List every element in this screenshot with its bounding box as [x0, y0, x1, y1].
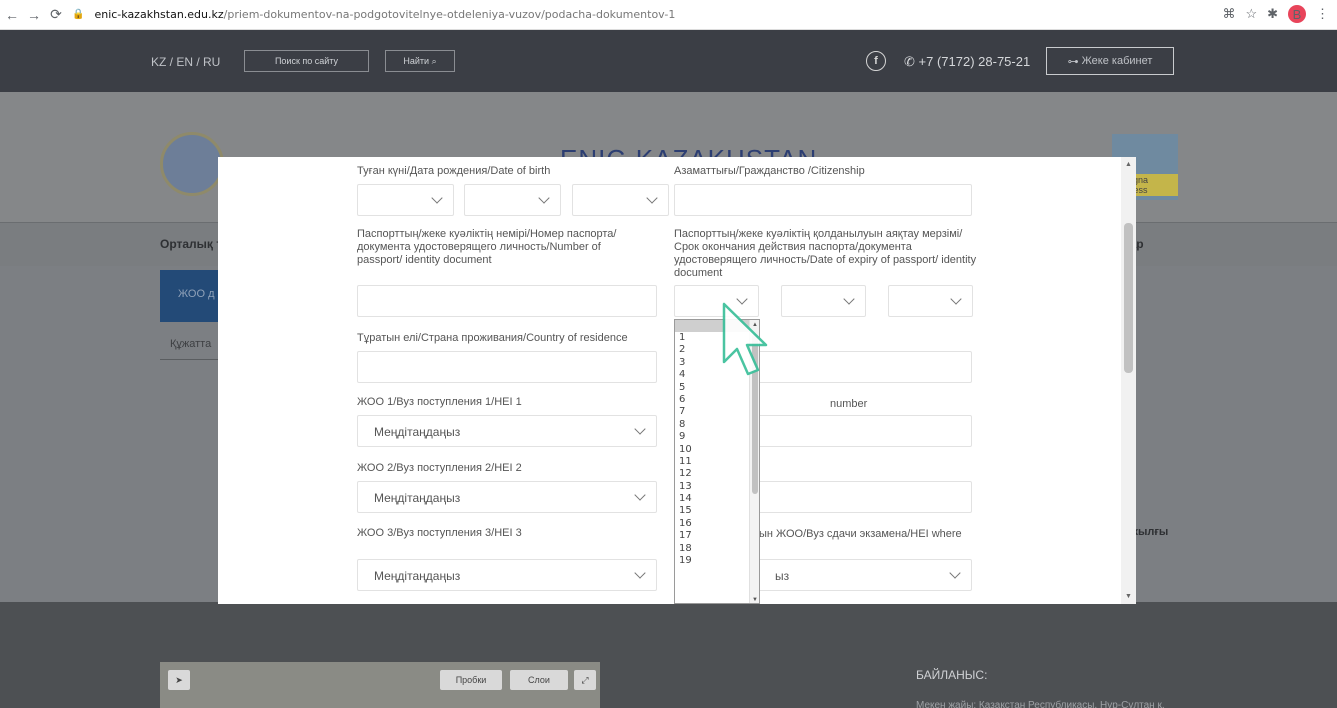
- hei1-select-value: Меңдітаңдаңыз: [374, 425, 461, 439]
- site-phone: ✆ +7 (7172) 28-75-21: [904, 54, 1030, 70]
- map-traffic-label: Пробки: [455, 675, 487, 685]
- dropdown-option[interactable]: 7: [675, 406, 759, 418]
- dob-year-select[interactable]: [572, 184, 669, 216]
- citizenship-input[interactable]: [674, 184, 972, 216]
- site-search-input[interactable]: Поиск по сайту: [244, 50, 369, 72]
- menu-dots-icon[interactable]: ⋮: [1316, 6, 1329, 22]
- facebook-icon[interactable]: f: [866, 51, 886, 71]
- map-locate-icon[interactable]: ➤: [168, 670, 190, 690]
- citizenship-label: Азаматтығы/Гражданство /Citizenship: [674, 165, 865, 177]
- contacts-heading: БАЙЛАНЫС:: [916, 668, 988, 682]
- language-switcher[interactable]: KZ / EN / RU: [151, 55, 220, 69]
- hei3-select[interactable]: Меңдітаңдаңыз: [357, 559, 657, 591]
- modal-scroll-thumb[interactable]: [1124, 223, 1133, 373]
- dropdown-option[interactable]: 18: [675, 543, 759, 555]
- dropdown-option[interactable]: 16: [675, 518, 759, 530]
- chevron-down-icon: [949, 567, 961, 579]
- map-traffic-button[interactable]: Пробки: [440, 670, 502, 690]
- mouse-pointer-icon: [722, 302, 768, 376]
- dropdown-option[interactable]: 17: [675, 530, 759, 542]
- scroll-up-icon[interactable]: ▲: [1125, 161, 1132, 168]
- reload-icon[interactable]: ⟳: [46, 5, 66, 25]
- side-menu-block[interactable]: ЖОО д: [160, 270, 220, 322]
- side-menu-documents[interactable]: Құжатта: [160, 330, 220, 360]
- dropdown-option[interactable]: 19: [675, 555, 759, 567]
- chevron-down-icon: [634, 489, 646, 501]
- emblem-logo: [160, 132, 224, 196]
- key-icon: ⊶: [1067, 55, 1079, 68]
- address-bar[interactable]: enic-kazakhstan.edu.kz/priem-dokumentov-…: [94, 8, 675, 21]
- chevron-down-icon: [634, 423, 646, 435]
- dropdown-option[interactable]: 8: [675, 419, 759, 431]
- map-fullscreen-icon[interactable]: ⤢: [574, 670, 596, 690]
- map-widget[interactable]: ➤ Пробки Слои ⤢: [160, 662, 600, 708]
- chevron-down-icon: [646, 192, 658, 204]
- puzzle-icon[interactable]: ✱: [1267, 6, 1278, 22]
- document-form-modal: Туған күні/Дата рождения/Date of birth П…: [218, 157, 1136, 604]
- search-button-label: Найти: [403, 56, 430, 66]
- cabinet-button[interactable]: ⊶ Жеке кабинет: [1046, 47, 1174, 75]
- dropdown-option[interactable]: 6: [675, 394, 759, 406]
- dropdown-option[interactable]: 12: [675, 468, 759, 480]
- hei2-select-value: Меңдітаңдаңыз: [374, 491, 461, 505]
- exam-hei-label: ын ЖОО/Вуз сдачи экзамена/HEI where: [759, 528, 962, 540]
- site-topbar: KZ / EN / RU Поиск по сайту Найти ⌕ f ✆ …: [0, 30, 1337, 92]
- dropdown-option[interactable]: 14: [675, 493, 759, 505]
- chevron-down-icon: [538, 192, 550, 204]
- residence-input[interactable]: [357, 351, 657, 383]
- dob-label: Туған күні/Дата рождения/Date of birth: [357, 165, 551, 177]
- passport-number-label: Паспорттың/жеке куәліктің немірі/Номер п…: [357, 228, 617, 266]
- contacts-address: Мекен жайы: Қазақстан Республикасы, Нұр-…: [916, 700, 1165, 708]
- expiry-month-select[interactable]: [781, 285, 866, 317]
- dropdown-option[interactable]: 11: [675, 456, 759, 468]
- browser-toolbar: ← → ⟳ 🔒 enic-kazakhstan.edu.kz/priem-dok…: [0, 0, 1337, 30]
- hei3-label: ЖОО 3/Вуз поступления 3/HEI 3: [357, 527, 522, 539]
- map-layers-button[interactable]: Слои: [510, 670, 568, 690]
- lock-icon[interactable]: 🔒: [72, 9, 84, 20]
- url-host: enic-kazakhstan.edu.kz: [94, 8, 224, 21]
- browser-actions: ⌘ ☆ ✱ B ⋮: [1222, 5, 1329, 23]
- extensions-icon[interactable]: ⌘: [1222, 6, 1235, 22]
- modal-scrollbar[interactable]: ▲ ▼: [1121, 157, 1136, 604]
- expiry-label: Паспорттың/жеке куәліктің қолданылуын ая…: [674, 228, 977, 279]
- chevron-down-icon: [843, 293, 855, 305]
- scroll-down-icon[interactable]: ▼: [752, 597, 758, 603]
- dropdown-option[interactable]: 15: [675, 505, 759, 517]
- hei2-select[interactable]: Меңдітаңдаңыз: [357, 481, 657, 513]
- residence-label: Тұратын елі/Страна проживания/Country of…: [357, 332, 628, 344]
- phone-number: +7 (7172) 28-75-21: [918, 54, 1031, 69]
- number-label: number: [830, 398, 868, 410]
- dob-month-select[interactable]: [464, 184, 561, 216]
- expiry-year-select[interactable]: [888, 285, 973, 317]
- hei1-select[interactable]: Меңдітаңдаңыз: [357, 415, 657, 447]
- site-search-button[interactable]: Найти ⌕: [385, 50, 455, 72]
- passport-number-input[interactable]: [357, 285, 657, 317]
- bookmark-star-icon[interactable]: ☆: [1245, 6, 1257, 22]
- exam-hei-select-value: ыз: [775, 569, 790, 583]
- dropdown-option[interactable]: 13: [675, 481, 759, 493]
- hei1-label: ЖОО 1/Вуз поступления 1/HEI 1: [357, 396, 522, 408]
- nav-item-center[interactable]: Орталық т: [160, 237, 222, 251]
- chevron-down-icon: [431, 192, 443, 204]
- cabinet-label: Жеке кабинет: [1081, 55, 1153, 67]
- site-footer: ➤ Пробки Слои ⤢ БАЙЛАНЫС: Мекен жайы: Қа…: [0, 602, 1337, 708]
- phone-icon: ✆: [904, 54, 915, 69]
- chevron-down-icon: [950, 293, 962, 305]
- forward-icon[interactable]: →: [24, 5, 44, 25]
- chevron-down-icon: [634, 567, 646, 579]
- map-layers-label: Слои: [528, 675, 550, 685]
- dropdown-option[interactable]: 10: [675, 444, 759, 456]
- scroll-down-icon[interactable]: ▼: [1125, 593, 1132, 600]
- url-path: /priem-dokumentov-na-podgotovitelnye-otd…: [223, 8, 676, 21]
- hei3-select-value: Меңдітаңдаңыз: [374, 569, 461, 583]
- dropdown-option[interactable]: 9: [675, 431, 759, 443]
- search-icon: ⌕: [431, 55, 437, 66]
- dob-day-select[interactable]: [357, 184, 454, 216]
- back-icon[interactable]: ←: [2, 5, 22, 25]
- hei2-label: ЖОО 2/Вуз поступления 2/HEI 2: [357, 462, 522, 474]
- profile-avatar[interactable]: B: [1288, 5, 1306, 23]
